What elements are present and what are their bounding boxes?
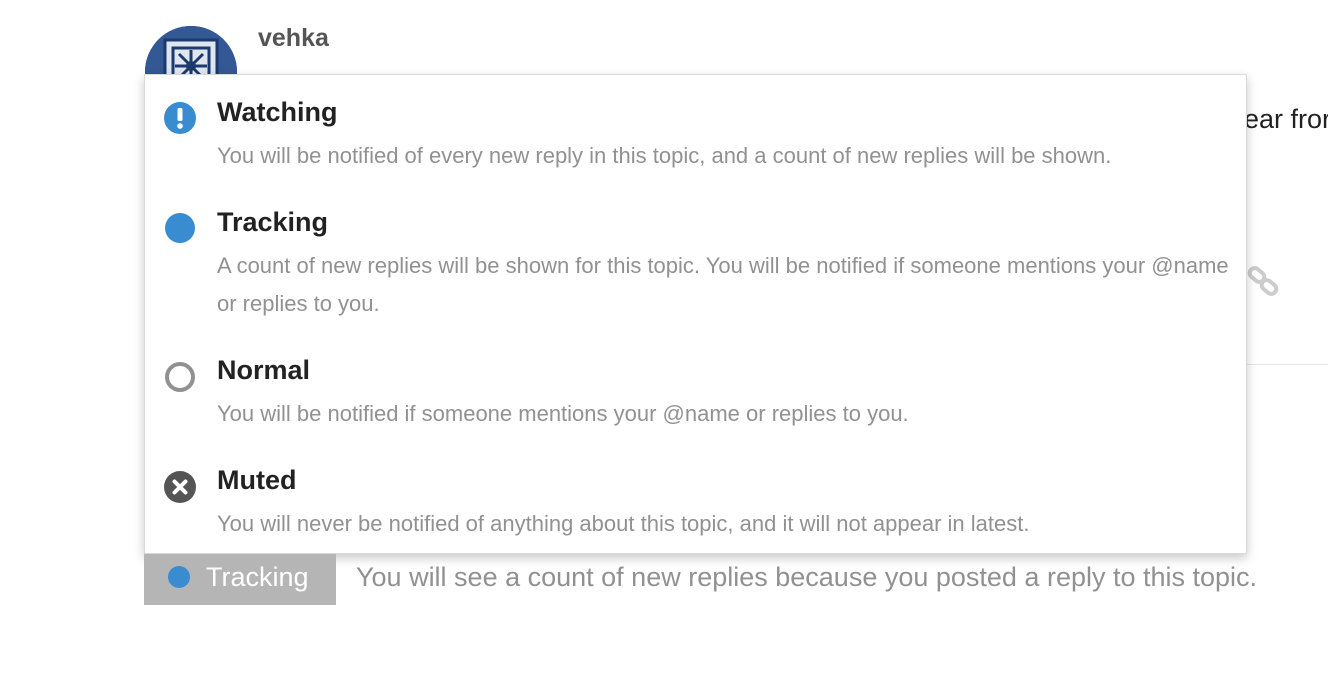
tracking-dot-icon xyxy=(168,566,190,588)
option-description: You will be notified of every new reply … xyxy=(217,143,1112,168)
filled-circle-icon xyxy=(165,213,195,243)
option-title: Muted xyxy=(217,465,297,495)
link-icon[interactable] xyxy=(1246,264,1282,300)
post-body-text-fragment: ear fror xyxy=(1244,104,1328,134)
x-circle-icon xyxy=(164,471,196,503)
option-description: A count of new replies will be shown for… xyxy=(217,253,1229,316)
notification-level-label: Tracking xyxy=(206,562,309,592)
option-title: Normal xyxy=(217,355,311,385)
option-title: Tracking xyxy=(217,207,329,237)
post-divider xyxy=(1246,364,1328,365)
option-watching[interactable]: Watching You will be notified of every n… xyxy=(145,97,1246,197)
empty-circle-icon xyxy=(165,362,195,392)
option-description: You will never be notified of anything a… xyxy=(217,511,1030,536)
notification-reason-text: You will see a count of new replies beca… xyxy=(356,562,1258,592)
notification-level-dropdown: Watching You will be notified of every n… xyxy=(144,74,1247,554)
option-title: Watching xyxy=(217,97,338,127)
option-tracking[interactable]: Tracking A count of new replies will be … xyxy=(145,207,1246,343)
option-muted[interactable]: Muted You will never be notified of anyt… xyxy=(145,465,1246,545)
option-normal[interactable]: Normal You will be notified if someone m… xyxy=(145,355,1246,455)
notification-status-row: Tracking You will see a count of new rep… xyxy=(144,554,1328,605)
post-username[interactable]: vehka xyxy=(258,24,329,53)
notification-level-button[interactable]: Tracking xyxy=(144,554,336,605)
option-description: You will be notified if someone mentions… xyxy=(217,401,909,426)
exclamation-circle-icon xyxy=(164,102,196,134)
